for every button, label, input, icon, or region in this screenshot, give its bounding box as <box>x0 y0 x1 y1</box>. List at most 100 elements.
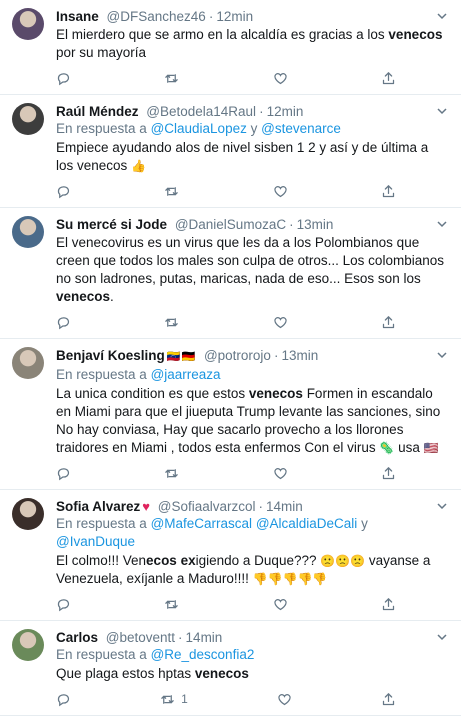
tweet-text: El mierdero que se armo en la alcaldía e… <box>56 27 443 60</box>
like-button[interactable] <box>273 465 288 481</box>
reply-icon <box>57 72 70 85</box>
chevron-down-icon[interactable] <box>437 350 447 360</box>
chevron-down-icon[interactable] <box>437 501 447 511</box>
tweet-header: Insane @DFSanchez46 · 12min <box>56 8 449 25</box>
tweet-header: Sofia Alvarez ♥ @Sofiaalvarzcol · 14min <box>56 498 449 515</box>
mention-link[interactable]: @IvanDuque <box>56 534 135 549</box>
display-name[interactable]: Carlos <box>56 630 98 645</box>
avatar[interactable] <box>12 103 44 135</box>
retweet-icon <box>165 468 179 478</box>
tweet-text: El venecovirus es un virus que les da a … <box>56 235 444 304</box>
avatar[interactable] <box>12 347 44 379</box>
heart-outline-icon <box>273 72 287 84</box>
reply-context: En respuesta a @MafeCarrascal @AlcaldiaD… <box>56 516 368 549</box>
separator-dot: · <box>178 630 183 645</box>
user-handle[interactable]: @potrorojo <box>204 348 271 363</box>
chevron-down-icon[interactable] <box>437 11 447 21</box>
tweet-text: Empiece ayudando alos de nivel sisben 1 … <box>56 140 429 173</box>
mention-link[interactable]: @MafeCarrascal <box>151 516 252 531</box>
user-handle[interactable]: @DFSanchez46 <box>107 9 206 24</box>
user-handle[interactable]: @DanielSumozaC <box>175 217 286 232</box>
retweet-icon <box>165 599 179 609</box>
reply-button[interactable] <box>56 70 71 86</box>
display-name[interactable]: Raúl Méndez <box>56 104 139 119</box>
retweet-button[interactable] <box>164 465 179 481</box>
name-flags: 🇻🇪🇩🇪 <box>166 351 197 363</box>
mention-link[interactable]: @AlcaldiaDeCali <box>256 516 358 531</box>
reply-button[interactable] <box>56 596 71 612</box>
retweet-button[interactable] <box>164 183 179 199</box>
reply-prefix: En respuesta a <box>56 121 151 136</box>
chevron-down-icon[interactable] <box>437 106 447 116</box>
tweet[interactable]: Raúl Méndez @Betodela14Raul · 12min En res… <box>0 95 461 208</box>
chevron-down-icon[interactable] <box>437 632 447 642</box>
tweet[interactable]: Carlos @betoventt · 14min En respuesta a @… <box>0 621 461 716</box>
mention-link[interactable]: @ClaudiaLopez <box>151 121 247 136</box>
like-button[interactable] <box>273 596 288 612</box>
tweet[interactable]: Benjaví Koesling 🇻🇪🇩🇪 @potrorojo · 13min En… <box>0 339 461 490</box>
reply-button[interactable] <box>56 465 71 481</box>
retweet-icon <box>165 73 179 83</box>
retweet-button[interactable]: 1 <box>160 691 188 707</box>
display-name[interactable]: Sofia Alvarez <box>56 499 140 514</box>
mention-link[interactable]: @Re_desconfia2 <box>151 647 255 662</box>
chevron-down-icon[interactable] <box>437 219 447 229</box>
share-button[interactable] <box>381 70 396 86</box>
user-handle[interactable]: @betoventt <box>106 630 175 645</box>
timestamp[interactable]: 12min <box>267 104 304 119</box>
like-button[interactable] <box>273 314 288 330</box>
like-button[interactable] <box>273 183 288 199</box>
retweet-button[interactable] <box>164 314 179 330</box>
timestamp[interactable]: 13min <box>281 348 318 363</box>
retweet-button[interactable] <box>164 596 179 612</box>
mention-link[interactable]: @stevenarce <box>261 121 341 136</box>
avatar[interactable] <box>12 216 44 248</box>
avatar[interactable] <box>12 629 44 661</box>
reply-button[interactable] <box>56 314 71 330</box>
retweet-icon <box>161 694 174 704</box>
heart-outline-icon <box>273 598 287 610</box>
reply-button[interactable] <box>56 691 71 707</box>
heart-outline-icon <box>273 467 287 479</box>
reply-context: En respuesta a @ClaudiaLopez y @stevenar… <box>56 121 341 136</box>
display-name[interactable]: Benjaví Koesling <box>56 348 165 363</box>
share-button[interactable] <box>381 314 396 330</box>
avatar[interactable] <box>12 498 44 530</box>
like-button[interactable] <box>277 691 292 707</box>
mention-link[interactable]: @jaarreaza <box>151 367 221 382</box>
share-icon <box>382 692 395 705</box>
tweet[interactable]: Insane @DFSanchez46 · 12min El mierdero qu… <box>0 0 461 95</box>
user-handle[interactable]: @Sofiaalvarzcol <box>158 499 256 514</box>
share-icon <box>382 466 395 479</box>
display-name[interactable]: Su mercé si Jode <box>56 217 167 232</box>
timestamp[interactable]: 12min <box>216 9 253 24</box>
reply-context: En respuesta a @Re_desconfia2 <box>56 646 449 664</box>
tweet[interactable]: Su mercé si Jode @DanielSumozaC · 13min El… <box>0 208 461 339</box>
share-button[interactable] <box>381 596 396 612</box>
tweet-feed: Insane @DFSanchez46 · 12min El mierdero qu… <box>0 0 461 716</box>
display-name[interactable]: Insane <box>56 9 99 24</box>
tweet-actions <box>56 314 396 330</box>
heart-outline-icon <box>273 185 287 197</box>
user-handle[interactable]: @Betodela14Raul <box>146 104 256 119</box>
tweet-text: Que plaga estos hptas venecos <box>56 666 249 681</box>
avatar[interactable] <box>12 8 44 40</box>
separator-dot: · <box>273 348 279 363</box>
timestamp[interactable]: 13min <box>297 217 334 232</box>
tweet-actions: 1 <box>56 691 396 707</box>
like-button[interactable] <box>273 70 288 86</box>
heart-outline-icon <box>273 316 287 328</box>
reply-button[interactable] <box>56 183 71 199</box>
share-button[interactable] <box>381 691 396 707</box>
reply-icon <box>57 693 70 706</box>
timestamp[interactable]: 14min <box>186 630 223 645</box>
share-button[interactable] <box>381 465 396 481</box>
tweet-actions <box>56 183 396 199</box>
tweet[interactable]: Sofia Alvarez ♥ @Sofiaalvarzcol · 14min En … <box>0 490 461 621</box>
retweet-button[interactable] <box>164 70 179 86</box>
share-button[interactable] <box>381 183 396 199</box>
timestamp[interactable]: 14min <box>266 499 303 514</box>
tweet-text: El colmo!!! Venecos exigiendo a Duque???… <box>56 553 431 586</box>
reply-prefix: En respuesta a <box>56 367 151 382</box>
reply-icon <box>57 598 70 611</box>
